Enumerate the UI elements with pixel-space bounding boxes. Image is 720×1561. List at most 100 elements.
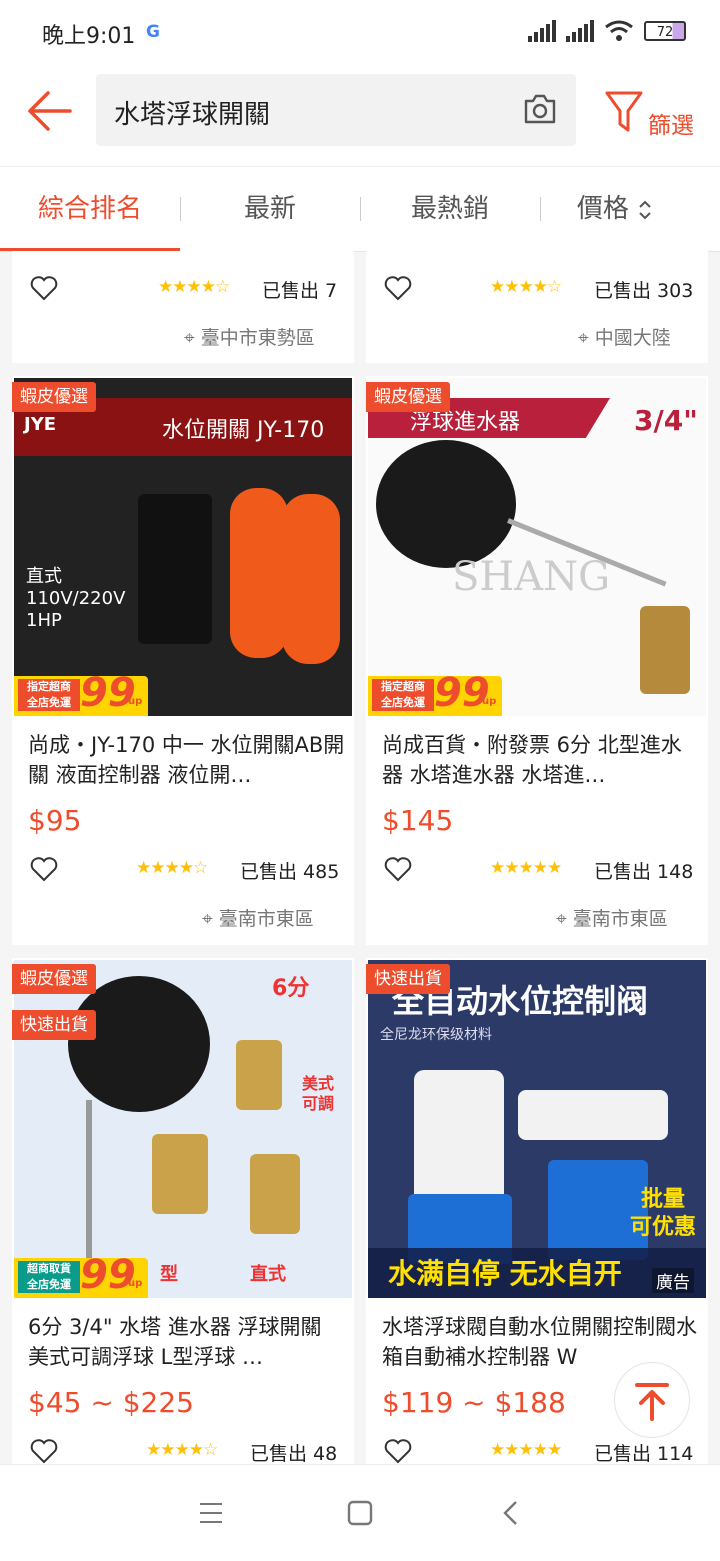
white-valve (518, 1090, 668, 1140)
location: ⌖ 臺南市東區 (202, 904, 314, 931)
promo-up: up (128, 696, 143, 707)
sold-count: 已售出 7 (262, 280, 338, 302)
promo-line2: 全店免運 (381, 696, 425, 709)
product-card[interactable]: JYE 水位開關 JY-170 直式 110V/220V 1HP 指定超商全店免… (12, 376, 354, 945)
image-label: 型 (160, 1264, 178, 1285)
image-spec: 直式 110V/220V 1HP (26, 566, 126, 631)
image-brand: JYE (24, 414, 57, 435)
free-shipping-promo: 超商取貨全店免運 99 up (14, 1252, 148, 1298)
back-to-top-button[interactable] (614, 1362, 690, 1438)
switch-body (138, 494, 212, 644)
promo-up: up (128, 1278, 143, 1289)
promo-label: 指定超商 全店免運 (18, 679, 80, 711)
promo-number: 99 (434, 670, 490, 716)
promo-line2: 全店免運 (27, 1278, 71, 1291)
back-arrow-icon[interactable] (24, 88, 74, 134)
system-nav-bar (0, 1464, 720, 1561)
orange-float (282, 494, 340, 664)
google-icon: G (146, 22, 160, 42)
promo-label: 超商取貨 全店免運 (18, 1261, 80, 1293)
float-rod (86, 1100, 92, 1260)
promo-number: 99 (80, 1252, 136, 1298)
wifi-icon (605, 20, 633, 41)
product-card-partial[interactable]: ★★★★☆ 已售出 303 ⌖ 中國大陸 (366, 251, 708, 363)
filter-funnel-icon (605, 91, 643, 132)
location-text: 臺南市東區 (572, 908, 668, 930)
back-icon[interactable] (500, 1499, 520, 1527)
status-time: 晚上9:01 (42, 24, 136, 49)
promo-line2: 全店免運 (27, 696, 71, 709)
location-pin-icon: ⌖ (556, 908, 567, 930)
search-query: 水塔浮球開關 (114, 100, 271, 130)
promo-label: 指定超商 全店免運 (372, 679, 434, 711)
product-card[interactable]: 6分 美式 可調 型 直式 超商取貨 全店免運 99 up 蝦皮優選 快速出貨 6… (12, 958, 354, 1464)
status-bar: 晚上9:01 G 72 (0, 0, 720, 66)
fast-shipping-badge: 快速出貨 (12, 1010, 96, 1040)
orange-float (230, 488, 288, 658)
sort-chevron-icon (639, 200, 651, 219)
image-headline: 水位開關 JY-170 (162, 418, 325, 443)
product-price: $45 ~ $225 (28, 1386, 194, 1419)
heart-icon[interactable] (30, 275, 58, 301)
ad-label: 廣告 (652, 1268, 694, 1293)
home-icon[interactable] (346, 1499, 374, 1527)
image-watermark: SHANG (452, 554, 611, 600)
product-price: $119 ~ $188 (382, 1386, 566, 1419)
heart-icon[interactable] (384, 275, 412, 301)
tab-top-sales[interactable]: 最熱銷 (360, 167, 540, 251)
location: ⌖ 中國大陸 (578, 323, 671, 350)
location-text: 臺中市東勢區 (200, 327, 315, 349)
product-card[interactable]: 浮球進水器 3/4" SHANG 指定超商 全店免運 99 up 蝦皮優選 尚成百… (366, 376, 708, 945)
heart-icon[interactable] (30, 856, 58, 882)
image-size: 3/4" (634, 404, 698, 437)
sold-count: 已售出 114 (594, 1443, 694, 1464)
rating-stars: ★★★★☆ (490, 277, 562, 297)
tab-latest[interactable]: 最新 (180, 167, 360, 251)
rating-stars: ★★★★☆ (136, 858, 208, 878)
filter-button[interactable]: 篩選 (604, 86, 714, 146)
location-text: 臺南市東區 (218, 908, 314, 930)
brass-valve (250, 1154, 300, 1234)
product-price: $145 (382, 804, 454, 837)
image-sub: 全尼龙环保级材料 (380, 1027, 492, 1043)
product-card-partial[interactable]: ★★★★☆ 已售出 7 ⌖ 臺中市東勢區 (12, 251, 354, 363)
product-title: 6分 3/4" 水塔 進水器 浮球開關 美式可調浮球 L型浮球 … (28, 1315, 322, 1369)
brass-valve (152, 1134, 208, 1214)
location-text: 中國大陸 (594, 327, 671, 349)
shopee-choice-badge: 蝦皮優選 (12, 382, 96, 412)
location-pin-icon: ⌖ (202, 908, 213, 930)
signal-icon (528, 20, 556, 42)
promo-line1: 超商取貨 (27, 1262, 71, 1275)
sold-count: 已售出 48 (250, 1443, 338, 1464)
rating-stars: ★★★★★ (490, 1440, 562, 1460)
black-float-ball (376, 440, 516, 568)
product-title: 尚成百貨・附發票 6分 北型進水器 水塔進水器 水塔進… (382, 733, 682, 787)
search-input[interactable]: 水塔浮球開關 (96, 74, 576, 146)
heart-icon[interactable] (30, 1438, 58, 1464)
menu-icon[interactable] (198, 1501, 224, 1525)
tab-price[interactable]: 價格 (540, 167, 690, 251)
arrow-up-icon (635, 1383, 669, 1421)
shopee-choice-badge: 蝦皮優選 (12, 964, 96, 994)
product-title: 尚成・JY-170 中一 水位開關AB開關 液面控制器 液位開… (28, 733, 345, 787)
camera-icon[interactable] (522, 92, 558, 126)
shopee-choice-badge: 蝦皮優選 (366, 382, 450, 412)
image-tag: 批量 可优惠 (630, 1187, 697, 1240)
status-icons: 72 (528, 20, 686, 42)
location: ⌖ 臺中市東勢區 (184, 323, 315, 350)
battery-icon: 72 (644, 21, 686, 41)
sort-tabs: 綜合排名 最新 最熱銷 價格 (0, 167, 720, 252)
product-price: $95 (28, 804, 82, 837)
product-image[interactable]: JYE 水位開關 JY-170 直式 110V/220V 1HP 指定超商全店免… (14, 378, 352, 716)
rating-stars: ★★★★☆ (158, 277, 230, 297)
rating-stars: ★★★★★ (490, 858, 562, 878)
signal-icon-2 (566, 20, 594, 42)
tab-relevance[interactable]: 綜合排名 (0, 167, 180, 251)
heart-icon[interactable] (384, 1438, 412, 1464)
location: ⌖ 臺南市東區 (556, 904, 668, 931)
promo-line1: 指定超商 (27, 680, 71, 693)
filter-label: 篩選 (648, 113, 694, 139)
product-image[interactable]: 浮球進水器 3/4" SHANG 指定超商 全店免運 99 up (368, 378, 706, 716)
heart-icon[interactable] (384, 856, 412, 882)
product-image[interactable]: 全自动水位控制阀 全尼龙环保级材料 批量 可优惠 水满自停 无水自开 廣告 (368, 960, 706, 1298)
